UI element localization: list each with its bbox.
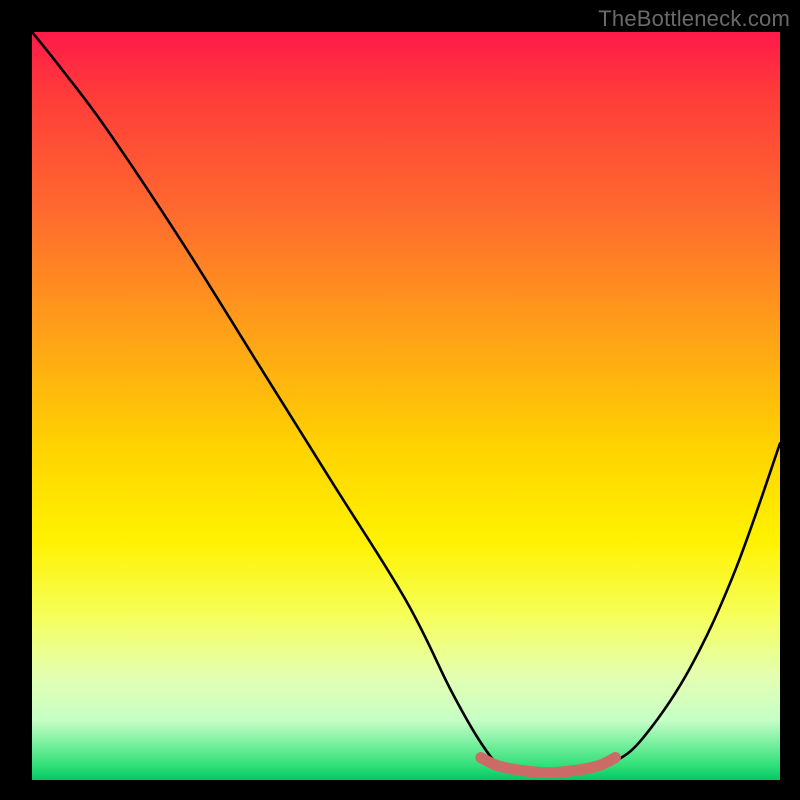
chart-frame: TheBottleneck.com [0, 0, 800, 800]
chart-svg [32, 32, 780, 780]
bottleneck-curve [32, 32, 780, 773]
watermark-text: TheBottleneck.com [598, 6, 790, 32]
valley-marker [481, 758, 616, 773]
plot-area [32, 32, 780, 780]
